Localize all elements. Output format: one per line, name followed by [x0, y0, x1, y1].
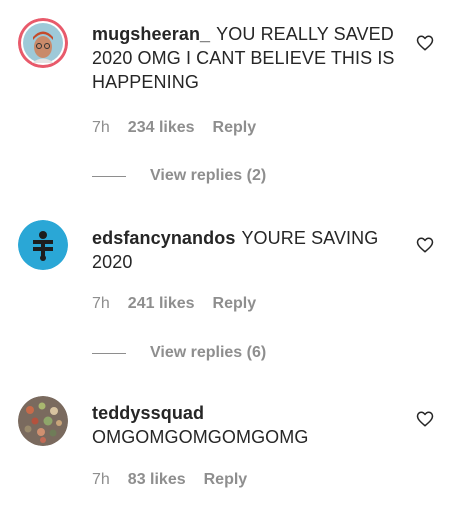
avatar[interactable]	[18, 18, 68, 68]
comment-meta: 7h 83 likes Reply	[92, 470, 247, 490]
reply-button[interactable]: Reply	[213, 119, 257, 137]
divider	[92, 175, 126, 177]
comment-username[interactable]: edsfancynandos	[92, 228, 235, 248]
view-replies-button[interactable]: View replies (2)	[92, 166, 266, 186]
comment-meta: 7h 241 likes Reply	[92, 294, 256, 314]
comment-meta: 7h 234 likes Reply	[92, 118, 256, 138]
divider	[92, 352, 126, 354]
comment-body: OMGOMGOMGOMGOMG	[92, 427, 309, 447]
heart-icon[interactable]	[416, 34, 434, 52]
comment-time: 7h	[92, 295, 110, 312]
comment-text: edsfancynandos YOURE SAVING 2020	[92, 226, 412, 274]
reply-button[interactable]: Reply	[204, 471, 248, 489]
avatar[interactable]	[18, 396, 68, 446]
comment-time: 7h	[92, 119, 110, 136]
comment-username[interactable]: teddyssquad	[92, 403, 204, 423]
heart-icon[interactable]	[416, 410, 434, 428]
reply-button[interactable]: Reply	[213, 295, 257, 313]
likes-count[interactable]: 241 likes	[128, 295, 195, 313]
likes-count[interactable]: 83 likes	[128, 471, 186, 489]
comment-time: 7h	[92, 471, 110, 488]
comment-text: mugsheeran_ YOU REALLY SAVED 2020 OMG I C…	[92, 22, 412, 94]
likes-count[interactable]: 234 likes	[128, 119, 195, 137]
view-replies-label: View replies (2)	[150, 167, 267, 184]
comment-username[interactable]: mugsheeran_	[92, 24, 210, 44]
view-replies-button[interactable]: View replies (6)	[92, 343, 266, 363]
view-replies-label: View replies (6)	[150, 344, 267, 361]
heart-icon[interactable]	[416, 236, 434, 254]
comment-text: teddyssquad OMGOMGOMGOMGOMG	[92, 401, 412, 449]
avatar[interactable]	[18, 220, 68, 270]
